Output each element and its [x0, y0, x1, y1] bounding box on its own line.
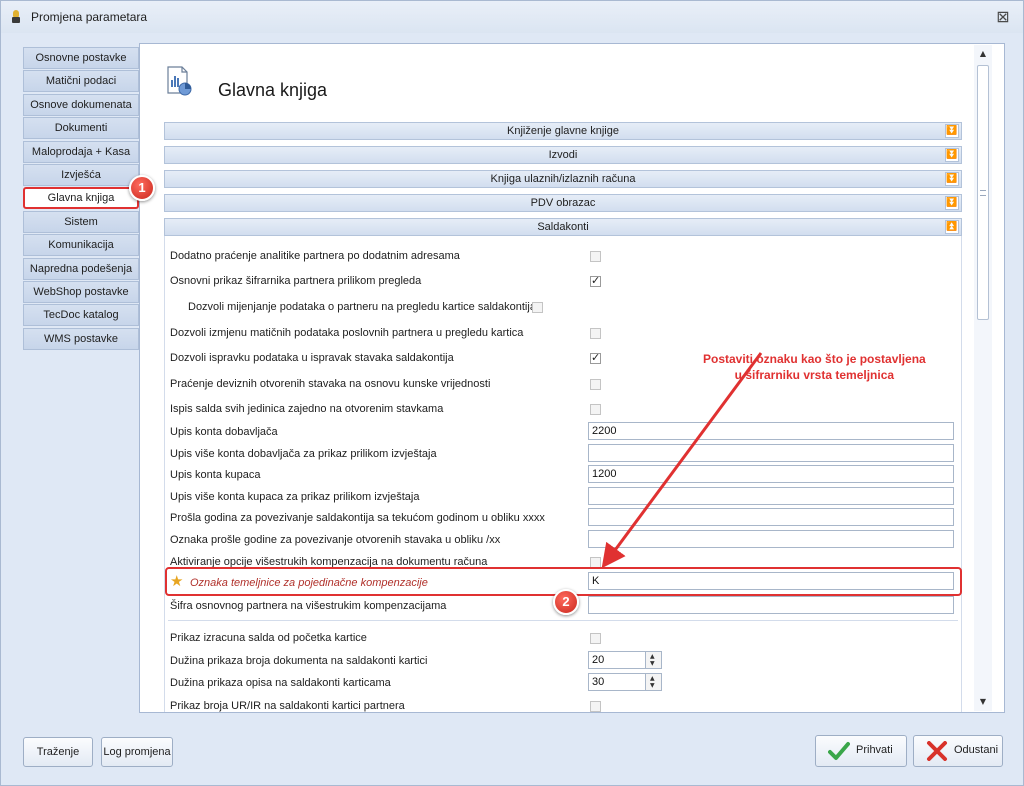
setting-checkbox[interactable]: [590, 328, 601, 339]
setting-label: Upis konta kupaca: [170, 469, 261, 481]
konto-dobavljaca-input[interactable]: 2200: [588, 422, 954, 440]
chevron-down-icon[interactable]: ⏬: [945, 172, 959, 186]
stepper-buttons[interactable]: ▲ ▼: [646, 673, 662, 691]
sidebar-item-wms-postavke[interactable]: WMS postavke: [23, 327, 139, 350]
setting-checkbox[interactable]: [590, 251, 601, 262]
setting-label: Dozvoli mijenjanje podataka o partneru n…: [188, 301, 536, 313]
setting-label: Dodatno praćenje analitike partnera po d…: [170, 250, 460, 262]
close-icon[interactable]: ⊠: [995, 9, 1011, 25]
step-badge-2: 2: [553, 589, 579, 615]
konto-kupaca-input[interactable]: 1200: [588, 465, 954, 483]
group-knjizenje-glavne-knjige[interactable]: Knjiženje glavne knjige ⏬: [164, 122, 962, 140]
sidebar-item-webshop-postavke[interactable]: WebShop postavke: [23, 280, 139, 303]
setting-checkbox[interactable]: [590, 274, 601, 287]
title-bar: Promjena parametara ⊠: [1, 1, 1023, 33]
sidebar-item-tecdoc-katalog[interactable]: TecDoc katalog: [23, 304, 139, 327]
lamp-icon: [11, 10, 21, 24]
sidebar-item-glavna-knjiga[interactable]: Glavna knjiga: [23, 187, 139, 210]
setting-checkbox[interactable]: [532, 302, 543, 313]
setting-label: Dužina prikaza opisa na saldakonti karti…: [170, 677, 391, 689]
setting-label: Prošla godina za povezivanje saldakontij…: [170, 512, 545, 524]
duzina-opisa-spinner[interactable]: 30: [588, 673, 646, 691]
sidebar-item-izvjesca[interactable]: Izvješća: [23, 163, 139, 186]
sidebar-item-dokumenti[interactable]: Dokumenti: [23, 117, 139, 140]
chevron-down-icon[interactable]: ⏬: [945, 148, 959, 162]
setting-label: Prikaz broja UR/IR na saldakonti kartici…: [170, 700, 405, 712]
sifra-osnovnog-partnera-input[interactable]: [588, 596, 954, 614]
step-badge-1: 1: [129, 175, 155, 201]
sidebar-item-osnove-dokumenata[interactable]: Osnove dokumenata: [23, 93, 139, 116]
annotation-line-2: u šifrarniku vrsta temeljnica: [734, 368, 895, 382]
window-title: Promjena parametara: [31, 10, 148, 24]
chevron-up-icon[interactable]: ▲: [650, 675, 655, 682]
cancel-button[interactable]: Odustani: [913, 735, 1003, 767]
accept-button[interactable]: Prihvati: [815, 735, 907, 767]
chevron-down-icon[interactable]: ▼: [650, 660, 655, 667]
scroll-up-icon[interactable]: ▲: [976, 49, 990, 61]
checkmark-icon: [828, 742, 850, 760]
setting-label: Praćenje deviznih otvorenih stavaka na o…: [170, 378, 491, 390]
sidebar-item-sistem[interactable]: Sistem: [23, 210, 139, 233]
vise-konta-kupaca-input[interactable]: [588, 487, 954, 505]
annotation-line-1: Postaviti oznaku kao što je postavljena: [703, 352, 926, 366]
change-log-button[interactable]: Log promjena: [101, 737, 173, 767]
sidebar-item-osnovne-postavke[interactable]: Osnovne postavke: [23, 47, 139, 69]
divider: [168, 620, 958, 621]
search-button[interactable]: Traženje: [23, 737, 93, 767]
vertical-scrollbar[interactable]: ▲ ▼: [974, 45, 992, 711]
duzina-broja-dokumenta-spinner[interactable]: 20: [588, 651, 646, 669]
setting-label: Dužina prikaza broja dokumenta na saldak…: [170, 655, 428, 667]
cancel-label: Odustani: [954, 744, 999, 756]
cross-icon: [927, 741, 947, 761]
page-title: Glavna knjiga: [218, 80, 328, 100]
group-izvodi[interactable]: Izvodi ⏬: [164, 146, 962, 164]
group-label: Knjiga ulaznih/izlaznih računa: [490, 173, 636, 185]
setting-label: Upis više konta kupaca za prikaz priliko…: [170, 491, 420, 503]
chevron-down-icon[interactable]: ⏬: [945, 124, 959, 138]
window-client: Osnovne postavke Matični podaci Osnove d…: [9, 33, 1017, 779]
group-label: Knjiženje glavne knjige: [507, 125, 619, 137]
group-label: Saldakonti: [537, 221, 589, 233]
setting-label: Ispis salda svih jedinica zajedno na otv…: [170, 403, 444, 415]
group-knjiga-ulaznih-izlaznih-racuna[interactable]: Knjiga ulaznih/izlaznih računa ⏬: [164, 170, 962, 188]
setting-checkbox[interactable]: [590, 701, 601, 712]
setting-label: Prikaz izracuna salda od početka kartice: [170, 632, 367, 644]
setting-checkbox[interactable]: [590, 404, 601, 415]
sidebar-item-napredna-podesenja[interactable]: Napredna podešenja: [23, 257, 139, 280]
grip-icon: [980, 190, 986, 196]
sidebar: Osnovne postavke Matični podaci Osnove d…: [23, 47, 139, 351]
report-document-icon: [167, 66, 192, 96]
prosla-godina-input[interactable]: [588, 508, 954, 526]
scroll-down-icon[interactable]: ▼: [976, 697, 990, 709]
setting-checkbox[interactable]: [590, 379, 601, 390]
accept-label: Prihvati: [856, 744, 893, 756]
chevron-down-icon[interactable]: ⏬: [945, 196, 959, 210]
setting-checkbox[interactable]: [590, 351, 601, 364]
group-saldakonti[interactable]: Saldakonti ⏫: [164, 218, 962, 236]
chevron-up-icon[interactable]: ▲: [650, 653, 655, 660]
setting-label: Šifra osnovnog partnera na višestrukim k…: [170, 600, 447, 612]
chevron-down-icon[interactable]: ▼: [650, 682, 655, 689]
sidebar-item-maloprodaja-kasa[interactable]: Maloprodaja + Kasa: [23, 140, 139, 163]
group-pdv-obrazac[interactable]: PDV obrazac ⏬: [164, 194, 962, 212]
sidebar-item-maticni-podaci[interactable]: Matični podaci: [23, 70, 139, 93]
setting-label: Osnovni prikaz šifrarnika partnera prili…: [170, 275, 422, 287]
stepper-buttons[interactable]: ▲ ▼: [646, 651, 662, 669]
setting-label: Dozvoli izmjenu matičnih podataka poslov…: [170, 327, 524, 339]
parameters-window: Promjena parametara ⊠ Osnovne postavke M…: [0, 0, 1024, 786]
annotation-note: Postaviti oznaku kao što je postavljena …: [703, 351, 926, 383]
setting-label: Upis konta dobavljača: [170, 426, 278, 438]
setting-checkbox[interactable]: [590, 633, 601, 644]
scroll-thumb[interactable]: [977, 65, 989, 320]
group-label: PDV obrazac: [530, 197, 596, 209]
group-label: Izvodi: [548, 149, 578, 161]
oznaka-prosle-godine-input[interactable]: [588, 530, 954, 548]
setting-label: Upis više konta dobavljača za prikaz pri…: [170, 448, 437, 460]
setting-label: Oznaka prošle godine za povezivanje otvo…: [170, 534, 501, 546]
vise-konta-dobavljaca-input[interactable]: [588, 444, 954, 462]
sidebar-item-komunikacija[interactable]: Komunikacija: [23, 234, 139, 257]
chevron-up-icon[interactable]: ⏫: [945, 220, 959, 234]
setting-label: Dozvoli ispravku podataka u ispravak sta…: [170, 352, 454, 364]
